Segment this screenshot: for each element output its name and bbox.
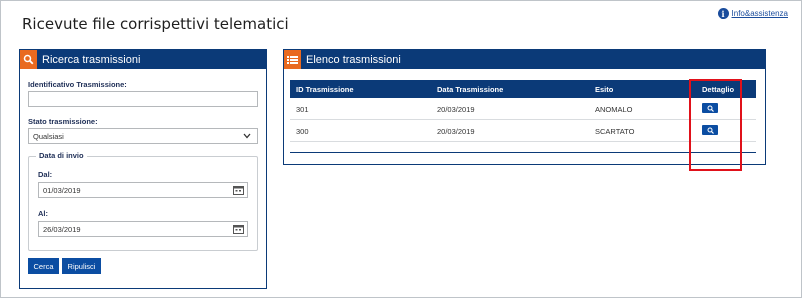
table-row: 301 20/03/2019 ANOMALO [290,98,756,120]
search-panel-title: Ricerca trasmissioni [42,53,141,66]
search-panel-header: Ricerca trasmissioni [20,50,266,69]
transmission-state-select[interactable]: Qualsiasi [28,128,258,144]
row-date: 20/03/2019 [437,127,475,136]
page-title: Ricevute file corrispettivi telematici [22,15,289,33]
date-range-legend: Data di invio [36,151,87,160]
from-date-input[interactable]: 01/03/2019 [38,182,248,198]
transmissions-panel-title: Elenco trasmissioni [306,53,401,66]
row-id: 300 [296,127,309,136]
calendar-icon[interactable] [233,224,244,234]
from-date-value: 01/03/2019 [43,185,81,195]
search-button[interactable]: Cerca [28,258,59,274]
help-link-label[interactable]: Info&assistenza [732,9,788,18]
row-id: 301 [296,105,309,114]
detail-column-highlight [689,79,742,171]
reset-button[interactable]: Ripulisci [62,258,101,274]
column-header-id: ID Trasmissione [296,85,354,94]
transmissions-panel-header: Elenco trasmissioni [284,50,765,69]
table-row: 300 20/03/2019 SCARTATO [290,120,756,142]
transmissions-table: ID Trasmissione Data Trasmissione Esito … [290,80,756,153]
search-panel: Ricerca trasmissioni Identificativo Tras… [19,49,267,289]
column-header-date: Data Trasmissione [437,85,504,94]
list-icon [284,50,301,69]
transmission-state-label: Stato trasmissione: [28,117,98,126]
info-icon: i [717,8,729,19]
column-header-outcome: Esito [595,85,614,94]
row-outcome: ANOMALO [595,105,633,114]
chevron-down-icon [243,133,251,139]
row-outcome: SCARTATO [595,127,635,136]
transmission-state-value: Qualsiasi [33,131,64,141]
search-icon [20,50,37,69]
to-date-value: 26/03/2019 [43,224,81,234]
transmission-id-input[interactable] [28,91,258,107]
to-date-label: Al: [38,209,48,218]
table-bottom-border [290,152,756,153]
to-date-input[interactable]: 26/03/2019 [38,221,248,237]
table-header: ID Trasmissione Data Trasmissione Esito … [290,80,756,98]
date-range-group: Data di invio Dal: 01/03/2019 Al: 26/03/… [28,151,258,251]
help-link[interactable]: i Info&assistenza [717,8,788,19]
from-date-label: Dal: [38,170,53,179]
row-date: 20/03/2019 [437,105,475,114]
transmission-id-label: Identificativo Trasmissione: [28,80,127,89]
calendar-icon[interactable] [233,185,244,195]
